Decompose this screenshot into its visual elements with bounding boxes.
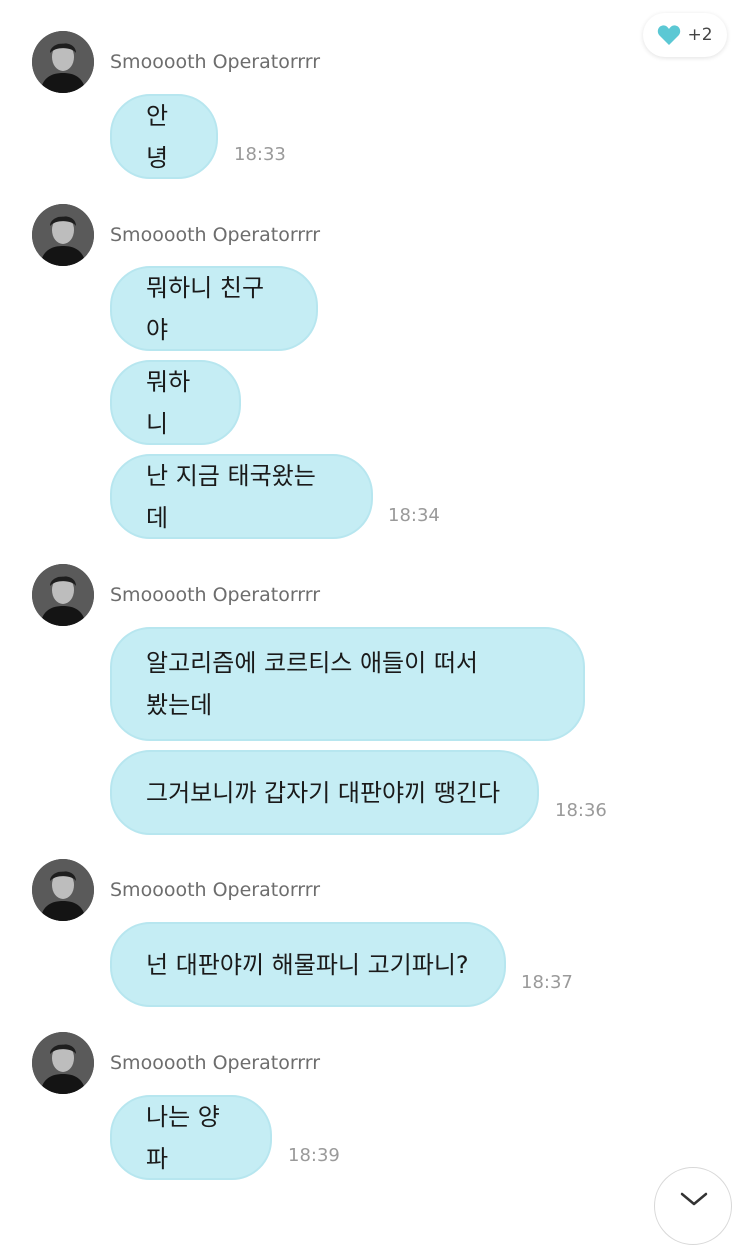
message-time: 18:37 <box>521 972 573 993</box>
sender-name: Smooooth Operatorrrr <box>110 584 321 606</box>
avatar-portrait-icon <box>32 859 94 921</box>
heart-icon <box>658 25 681 45</box>
avatar[interactable] <box>32 859 94 921</box>
message-bubble[interactable]: 뭐하니 친구야 <box>110 266 318 351</box>
avatar[interactable] <box>32 1032 94 1094</box>
avatar-portrait-icon <box>32 204 94 266</box>
message-bubble[interactable]: 그거보니까 갑자기 대판야끼 땡긴다 <box>110 750 539 835</box>
chevron-down-icon <box>680 1192 708 1206</box>
message-bubble[interactable]: 난 지금 태국왔는데 <box>110 454 373 539</box>
scroll-to-bottom-button[interactable] <box>654 1167 732 1245</box>
sender-name: Smooooth Operatorrrr <box>110 1052 321 1074</box>
message-bubble[interactable]: 뭐하니 <box>110 360 241 445</box>
message-bubble[interactable]: 넌 대판야끼 해물파니 고기파니? <box>110 922 506 1007</box>
reaction-badge[interactable]: +2 <box>643 13 727 57</box>
sender-name: Smooooth Operatorrrr <box>110 224 321 246</box>
avatar-portrait-icon <box>32 1032 94 1094</box>
avatar-portrait-icon <box>32 564 94 626</box>
message-bubble[interactable]: 안녕 <box>110 94 218 179</box>
sender-name: Smooooth Operatorrrr <box>110 51 321 73</box>
message-bubble[interactable]: 나는 양파 <box>110 1095 272 1180</box>
avatar[interactable] <box>32 31 94 93</box>
message-bubble[interactable]: 알고리즘에 코르티스 애들이 떠서 봤는데 <box>110 627 585 741</box>
sender-name: Smooooth Operatorrrr <box>110 879 321 901</box>
avatar[interactable] <box>32 204 94 266</box>
reaction-count: +2 <box>687 25 713 45</box>
message-time: 18:36 <box>555 800 607 821</box>
message-time: 18:34 <box>388 505 440 526</box>
message-time: 18:33 <box>234 144 286 165</box>
avatar-portrait-icon <box>32 31 94 93</box>
avatar[interactable] <box>32 564 94 626</box>
message-time: 18:39 <box>288 1145 340 1166</box>
